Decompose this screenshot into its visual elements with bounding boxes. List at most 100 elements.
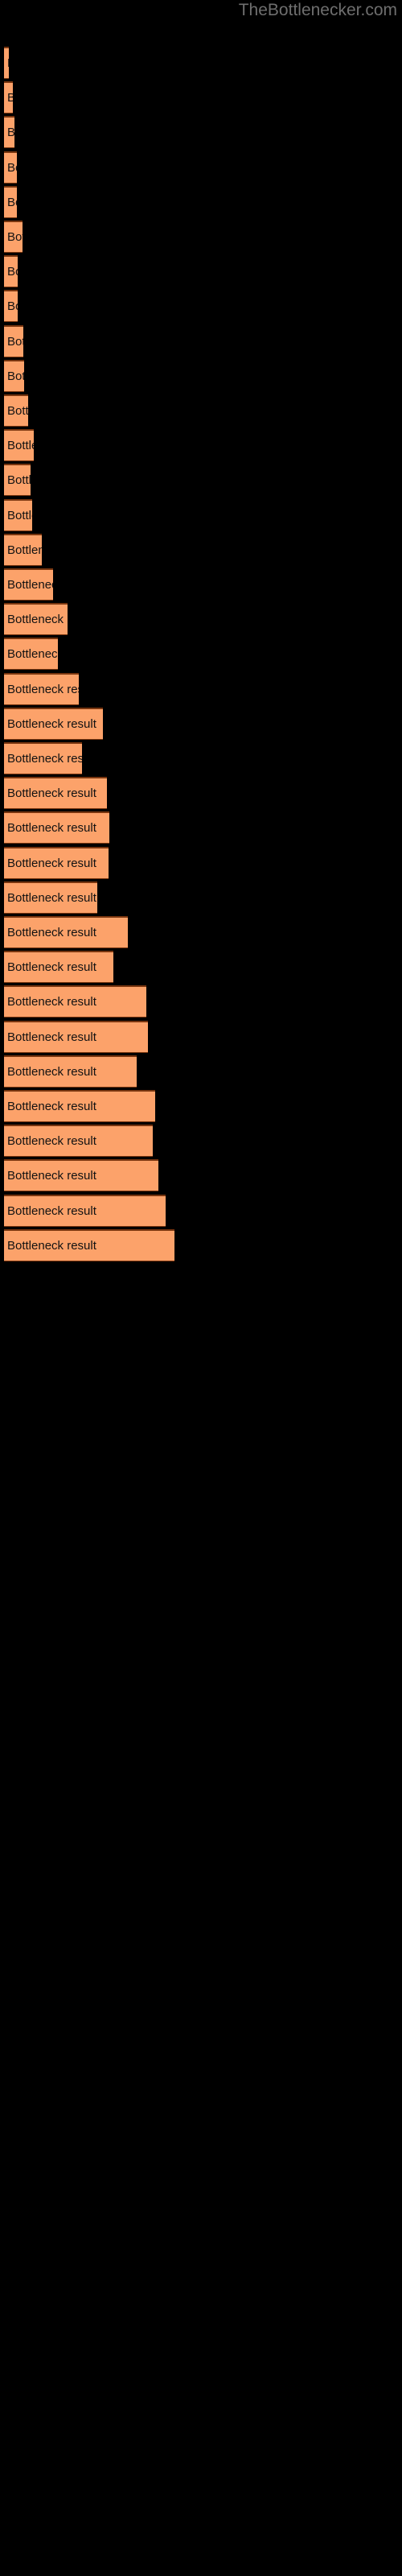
bar[interactable]: Bottleneck result [4, 1194, 166, 1227]
bar-label: Bottleneck result [7, 195, 17, 209]
bar-row[interactable]: Bottleneck result [4, 638, 58, 671]
bar-row[interactable]: Bottleneck result [4, 324, 23, 357]
bar[interactable]: Bottleneck result [4, 742, 82, 774]
bar-label: Bottleneck result [7, 926, 96, 939]
bar[interactable]: Bottleneck result [4, 1090, 155, 1122]
bar-label: Bottleneck result [7, 160, 17, 175]
bar-row[interactable]: Bottleneck result [4, 672, 79, 705]
bar-row[interactable]: Bottleneck result [4, 151, 17, 184]
bar[interactable]: Bottleneck result [4, 707, 103, 740]
bar-row[interactable]: Bottleneck result [4, 846, 109, 879]
plot-area: Bottleneck result Bottleneck result Bottle… [0, 0, 402, 2576]
bar[interactable]: Bottleneck result [4, 464, 31, 497]
bar-label: Bottleneck result [7, 230, 23, 244]
bar[interactable]: Bottleneck result [4, 568, 53, 601]
bar[interactable]: Bottleneck result [4, 116, 14, 149]
bar-row[interactable]: Bottleneck result [4, 429, 34, 462]
bottleneck-bar-chart: TheBottlenecker.com Bottleneck resultBot… [0, 0, 402, 2576]
bar[interactable]: Bottleneck result [4, 290, 18, 323]
bar-label: Bottleneck result [7, 1238, 96, 1253]
bar-row[interactable]: Bottleneck result [4, 464, 31, 497]
bar-label: Bottleneck result [7, 1030, 96, 1044]
bar-label: Bottleneck result [7, 439, 34, 453]
bar-label: Bottleneck result [7, 995, 96, 1009]
bar[interactable]: Bottleneck result [4, 394, 28, 427]
bar-row[interactable]: Bottleneck result [4, 707, 103, 740]
bar-row[interactable]: Bottleneck result [4, 568, 53, 601]
bar-row[interactable]: Bottleneck result [4, 255, 18, 288]
bar[interactable]: Bottleneck result [4, 846, 109, 879]
bar-row[interactable]: Bottleneck result [4, 916, 128, 948]
bar-label: Bottleneck result [7, 543, 42, 557]
bar-label: Bottleneck result [7, 821, 96, 836]
bar[interactable]: Bottleneck result [4, 916, 128, 948]
bar-label: Bottleneck result [7, 752, 82, 766]
bar-label: Bottleneck result [7, 1134, 96, 1149]
bar-row[interactable]: Bottleneck result [4, 985, 146, 1018]
bar[interactable]: Bottleneck result [4, 672, 79, 705]
bar[interactable]: Bottleneck result [4, 47, 9, 79]
bar-row[interactable]: Bottleneck result [4, 185, 17, 218]
bar-row[interactable]: Bottleneck result [4, 116, 14, 149]
bar-row[interactable]: Bottleneck result [4, 359, 24, 392]
bar-label: Bottleneck result [7, 404, 28, 418]
bar-row[interactable]: Bottleneck result [4, 1228, 174, 1261]
bar-row[interactable]: Bottleneck result [4, 881, 97, 914]
bar-row[interactable]: Bottleneck result [4, 1055, 137, 1088]
bar-row[interactable]: Bottleneck result [4, 951, 113, 984]
bar-row[interactable]: Bottleneck result [4, 221, 23, 253]
bar-label: Bottleneck result [7, 118, 14, 147]
bar-row[interactable]: Bottleneck result [4, 498, 32, 531]
bar[interactable]: Bottleneck result [4, 151, 17, 184]
bar-row[interactable]: Bottleneck result [4, 1090, 155, 1122]
bar[interactable]: Bottleneck result [4, 81, 13, 114]
bar-row[interactable]: Bottleneck result [4, 603, 68, 636]
bar[interactable]: Bottleneck result [4, 498, 32, 531]
bar-label: Bottleneck result [7, 369, 24, 383]
bar-label: Bottleneck result [7, 1064, 96, 1079]
bar[interactable]: Bottleneck result [4, 1125, 153, 1158]
bar[interactable]: Bottleneck result [4, 324, 23, 357]
bar[interactable]: Bottleneck result [4, 255, 18, 288]
bar[interactable]: Bottleneck result [4, 811, 109, 844]
bar[interactable]: Bottleneck result [4, 185, 17, 218]
bar-row[interactable]: Bottleneck result [4, 394, 28, 427]
bar-row[interactable]: Bottleneck result [4, 1125, 153, 1158]
bar-label: Bottleneck result [7, 890, 96, 905]
bar-label: Bottleneck result [7, 1100, 96, 1113]
bar[interactable]: Bottleneck result [4, 777, 107, 810]
bar-label: Bottleneck result [7, 613, 68, 627]
bar[interactable]: Bottleneck result [4, 603, 68, 636]
bar[interactable]: Bottleneck result [4, 221, 23, 253]
bar-label: Bottleneck result [7, 508, 32, 522]
bar[interactable]: Bottleneck result [4, 359, 24, 392]
bar-label: Bottleneck result [7, 647, 58, 662]
bar-row[interactable]: Bottleneck result [4, 1020, 148, 1053]
bar-label: Bottleneck result [7, 334, 23, 349]
bar-label: Bottleneck result [7, 716, 96, 731]
bar[interactable]: Bottleneck result [4, 638, 58, 671]
bar-row[interactable]: Bottleneck result [4, 533, 42, 566]
bar[interactable]: Bottleneck result [4, 533, 42, 566]
bar[interactable]: Bottleneck result [4, 985, 146, 1018]
bar-label: Bottleneck result [7, 48, 9, 78]
bar-row[interactable]: Bottleneck result [4, 742, 82, 774]
bar-row[interactable]: Bottleneck result [4, 1194, 166, 1227]
bar-row[interactable]: Bottleneck result [4, 47, 9, 79]
bar-label: Bottleneck result [7, 83, 13, 113]
bar[interactable]: Bottleneck result [4, 1055, 137, 1088]
bar-label: Bottleneck result [7, 299, 18, 314]
bar-row[interactable]: Bottleneck result [4, 81, 13, 114]
bar[interactable]: Bottleneck result [4, 951, 113, 984]
bar-label: Bottleneck result [7, 682, 79, 696]
bar-row[interactable]: Bottleneck result [4, 1159, 158, 1192]
bar-label: Bottleneck result [7, 786, 96, 801]
bar-row[interactable]: Bottleneck result [4, 290, 18, 323]
bar-row[interactable]: Bottleneck result [4, 777, 107, 810]
bar-row[interactable]: Bottleneck result [4, 811, 109, 844]
bar[interactable]: Bottleneck result [4, 1020, 148, 1053]
bar[interactable]: Bottleneck result [4, 1228, 174, 1261]
bar[interactable]: Bottleneck result [4, 429, 34, 462]
bar[interactable]: Bottleneck result [4, 1159, 158, 1192]
bar[interactable]: Bottleneck result [4, 881, 97, 914]
